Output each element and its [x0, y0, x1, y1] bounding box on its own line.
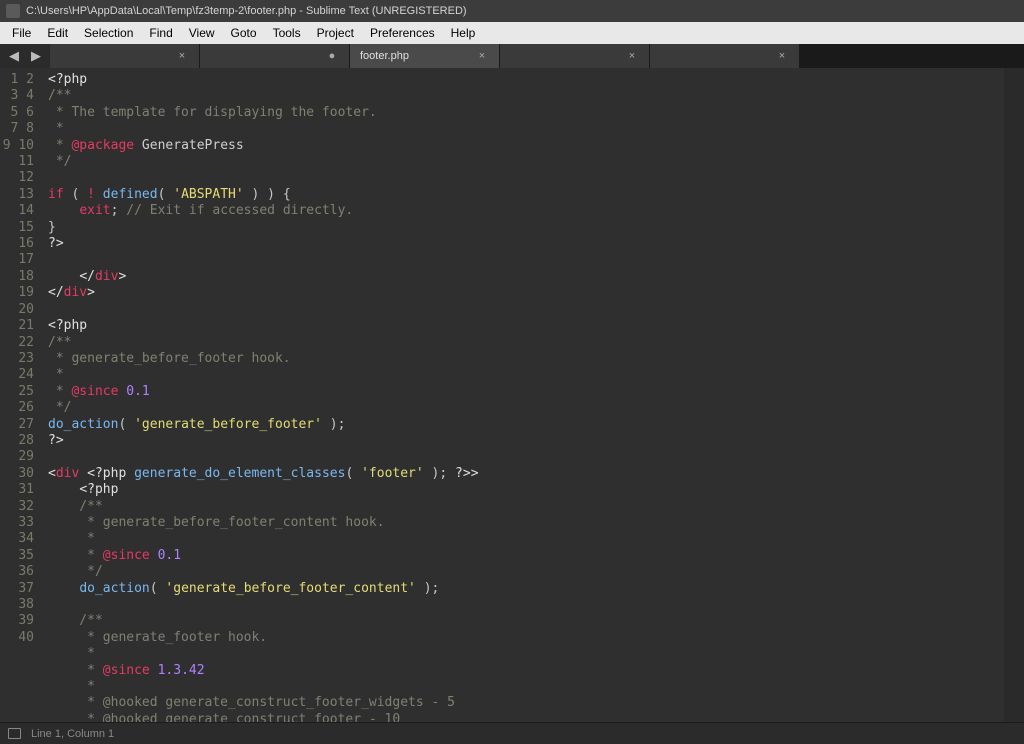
- line-gutter: 1 2 3 4 5 6 7 8 9 10 11 12 13 14 15 16 1…: [0, 68, 44, 722]
- dirty-indicator-icon[interactable]: ●: [325, 50, 339, 62]
- tab-label: footer.php: [360, 50, 469, 62]
- tab-1[interactable]: ×: [50, 44, 200, 68]
- close-icon[interactable]: ×: [475, 50, 489, 62]
- menu-file[interactable]: File: [4, 23, 39, 43]
- menu-tools[interactable]: Tools: [265, 23, 309, 43]
- menubar: File Edit Selection Find View Goto Tools…: [0, 22, 1024, 44]
- menu-help[interactable]: Help: [443, 23, 484, 43]
- nav-arrows: ◀ ▶: [0, 44, 50, 68]
- nav-forward-icon[interactable]: ▶: [27, 48, 45, 64]
- panel-icon[interactable]: [8, 728, 21, 739]
- tab-5[interactable]: ×: [650, 44, 800, 68]
- close-icon[interactable]: ×: [775, 50, 789, 62]
- app-icon: [6, 4, 20, 18]
- statusbar: Line 1, Column 1: [0, 722, 1024, 744]
- menu-find[interactable]: Find: [141, 23, 180, 43]
- tabs: × ● footer.php × × ×: [50, 44, 1024, 68]
- editor-area[interactable]: 1 2 3 4 5 6 7 8 9 10 11 12 13 14 15 16 1…: [0, 68, 1024, 722]
- menu-goto[interactable]: Goto: [223, 23, 265, 43]
- titlebar: C:\Users\HP\AppData\Local\Temp\fz3temp-2…: [0, 0, 1024, 22]
- menu-project[interactable]: Project: [309, 23, 362, 43]
- menu-preferences[interactable]: Preferences: [362, 23, 443, 43]
- tab-footer-php[interactable]: footer.php ×: [350, 44, 500, 68]
- window-title: C:\Users\HP\AppData\Local\Temp\fz3temp-2…: [26, 5, 467, 17]
- nav-back-icon[interactable]: ◀: [5, 48, 23, 64]
- close-icon[interactable]: ×: [625, 50, 639, 62]
- cursor-position: Line 1, Column 1: [31, 728, 114, 740]
- close-icon[interactable]: ×: [175, 50, 189, 62]
- tab-4[interactable]: ×: [500, 44, 650, 68]
- tab-2[interactable]: ●: [200, 44, 350, 68]
- menu-selection[interactable]: Selection: [76, 23, 141, 43]
- tab-row: ◀ ▶ × ● footer.php × × ×: [0, 44, 1024, 68]
- minimap[interactable]: [1004, 68, 1024, 722]
- code-view[interactable]: <?php /** * The template for displaying …: [44, 68, 1004, 722]
- menu-edit[interactable]: Edit: [39, 23, 76, 43]
- menu-view[interactable]: View: [181, 23, 223, 43]
